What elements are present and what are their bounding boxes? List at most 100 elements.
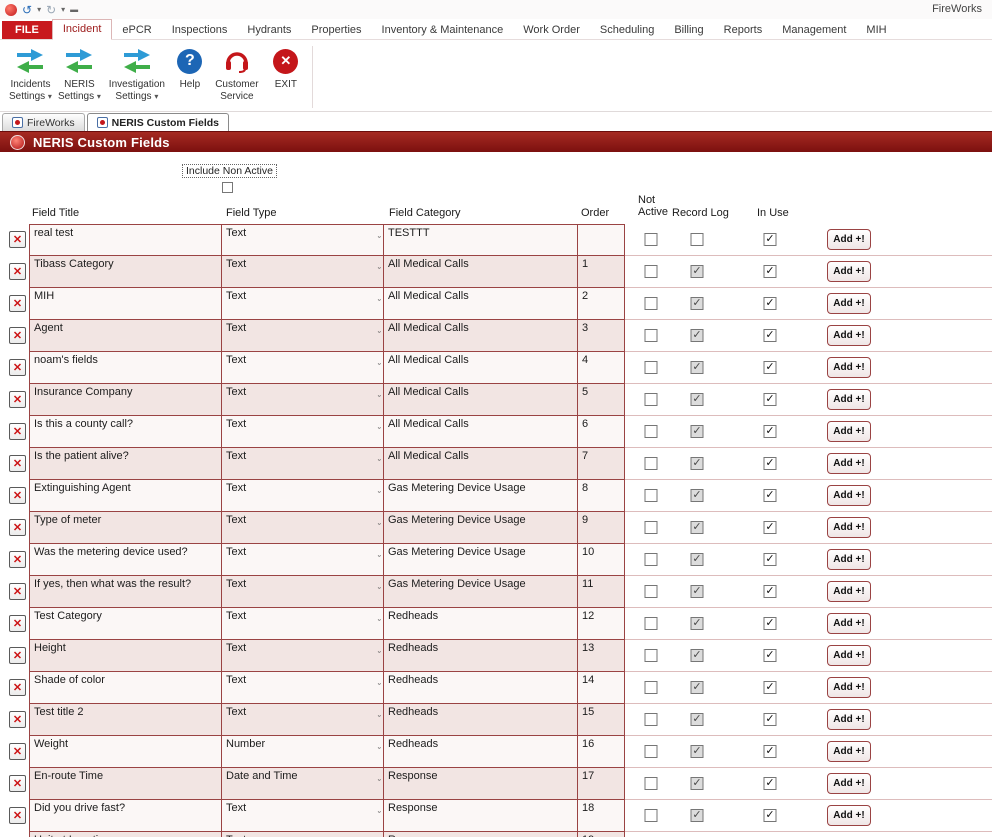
field-category-cell[interactable]: All Medical Calls [384, 352, 578, 384]
not-active-checkbox[interactable] [645, 425, 658, 438]
record-log-checkbox[interactable] [691, 713, 704, 726]
in-use-checkbox[interactable] [764, 489, 777, 502]
add-button[interactable]: Add +! [827, 261, 871, 282]
not-active-checkbox[interactable] [645, 329, 658, 342]
order-cell[interactable] [578, 224, 625, 256]
doc-tab-fireworks[interactable]: FireWorks [2, 113, 85, 131]
in-use-checkbox[interactable] [764, 361, 777, 374]
order-cell[interactable]: 12 [578, 608, 625, 640]
field-title-cell[interactable]: If yes, then what was the result? [29, 576, 222, 608]
not-active-checkbox[interactable] [645, 713, 658, 726]
field-type-select[interactable]: Text ˘ [222, 384, 384, 416]
in-use-checkbox[interactable] [764, 617, 777, 630]
delete-row-button[interactable]: ✕ [9, 615, 26, 632]
record-log-checkbox[interactable] [691, 297, 704, 310]
field-category-cell[interactable]: Gas Metering Device Usage [384, 576, 578, 608]
add-button[interactable]: Add +! [827, 741, 871, 762]
field-type-select[interactable]: Text ˘ [222, 256, 384, 288]
field-category-cell[interactable]: All Medical Calls [384, 384, 578, 416]
order-cell[interactable]: 1 [578, 256, 625, 288]
record-log-checkbox[interactable] [691, 809, 704, 822]
in-use-checkbox[interactable] [764, 713, 777, 726]
record-log-checkbox[interactable] [691, 233, 704, 246]
in-use-checkbox[interactable] [764, 233, 777, 246]
add-button[interactable]: Add +! [827, 773, 871, 794]
order-cell[interactable]: 15 [578, 704, 625, 736]
field-category-cell[interactable]: Response [384, 768, 578, 800]
chevron-down-icon[interactable]: ˘ [378, 779, 381, 788]
delete-row-button[interactable]: ✕ [9, 647, 26, 664]
field-category-cell[interactable]: Response [384, 800, 578, 832]
chevron-down-icon[interactable]: ˘ [378, 491, 381, 500]
order-cell[interactable]: 19 [578, 832, 625, 837]
incidents-settings-button[interactable]: Incidents Settings ▾ [6, 44, 55, 103]
not-active-checkbox[interactable] [645, 361, 658, 374]
record-log-checkbox[interactable] [691, 617, 704, 630]
field-title-cell[interactable]: En-route Time [29, 768, 222, 800]
field-category-cell[interactable]: All Medical Calls [384, 320, 578, 352]
field-type-select[interactable]: Text ˘ [222, 416, 384, 448]
record-log-checkbox[interactable] [691, 361, 704, 374]
field-title-cell[interactable]: Extinguishing Agent [29, 480, 222, 512]
add-button[interactable]: Add +! [827, 357, 871, 378]
exit-button[interactable]: ✕ EXIT [264, 44, 308, 91]
in-use-checkbox[interactable] [764, 553, 777, 566]
field-title-cell[interactable]: Is the patient alive? [29, 448, 222, 480]
delete-row-button[interactable]: ✕ [9, 519, 26, 536]
field-title-cell[interactable]: Was the metering device used? [29, 544, 222, 576]
field-category-cell[interactable]: All Medical Calls [384, 288, 578, 320]
field-category-cell[interactable]: TESTTT [384, 224, 578, 256]
in-use-checkbox[interactable] [764, 425, 777, 438]
order-cell[interactable]: 4 [578, 352, 625, 384]
delete-row-button[interactable]: ✕ [9, 551, 26, 568]
ribbon-tab-inspections[interactable]: Inspections [162, 21, 238, 39]
in-use-checkbox[interactable] [764, 297, 777, 310]
field-title-cell[interactable]: real test [29, 224, 222, 256]
not-active-checkbox[interactable] [645, 809, 658, 822]
doc-tab-neris-custom-fields[interactable]: NERIS Custom Fields [87, 113, 229, 131]
field-category-cell[interactable]: Redheads [384, 640, 578, 672]
field-title-cell[interactable]: Test title 2 [29, 704, 222, 736]
field-type-select[interactable]: Text ˘ [222, 704, 384, 736]
ribbon-tab-properties[interactable]: Properties [301, 21, 371, 39]
chevron-down-icon[interactable]: ˘ [378, 299, 381, 308]
order-cell[interactable]: 7 [578, 448, 625, 480]
record-log-checkbox[interactable] [691, 521, 704, 534]
add-button[interactable]: Add +! [827, 549, 871, 570]
record-log-checkbox[interactable] [691, 489, 704, 502]
order-cell[interactable]: 14 [578, 672, 625, 704]
not-active-checkbox[interactable] [645, 457, 658, 470]
field-title-cell[interactable]: Weight [29, 736, 222, 768]
chevron-down-icon[interactable]: ˘ [378, 587, 381, 596]
not-active-checkbox[interactable] [645, 745, 658, 758]
ribbon-tab-hydrants[interactable]: Hydrants [237, 21, 301, 39]
delete-row-button[interactable]: ✕ [9, 231, 26, 248]
help-button[interactable]: ? Help [170, 44, 210, 91]
field-type-select[interactable]: Text ˘ [222, 224, 384, 256]
add-button[interactable]: Add +! [827, 325, 871, 346]
field-type-select[interactable]: Text ˘ [222, 352, 384, 384]
record-log-checkbox[interactable] [691, 329, 704, 342]
delete-row-button[interactable]: ✕ [9, 711, 26, 728]
field-title-cell[interactable]: Height [29, 640, 222, 672]
in-use-checkbox[interactable] [764, 681, 777, 694]
neris-settings-button[interactable]: NERIS Settings ▾ [55, 44, 104, 103]
delete-row-button[interactable]: ✕ [9, 391, 26, 408]
delete-row-button[interactable]: ✕ [9, 679, 26, 696]
field-type-select[interactable]: Text ˘ [222, 288, 384, 320]
not-active-checkbox[interactable] [645, 521, 658, 534]
record-log-checkbox[interactable] [691, 649, 704, 662]
field-title-cell[interactable]: Tibass Category [29, 256, 222, 288]
field-title-cell[interactable]: Did you drive fast? [29, 800, 222, 832]
add-button[interactable]: Add +! [827, 677, 871, 698]
add-button[interactable]: Add +! [827, 805, 871, 826]
field-category-cell[interactable]: All Medical Calls [384, 256, 578, 288]
add-button[interactable]: Add +! [827, 517, 871, 538]
field-type-select[interactable]: Text ˘ [222, 544, 384, 576]
field-title-cell[interactable]: Test Category [29, 608, 222, 640]
field-category-cell[interactable]: Redheads [384, 736, 578, 768]
delete-row-button[interactable]: ✕ [9, 743, 26, 760]
ribbon-tab-inventory-maintenance[interactable]: Inventory & Maintenance [372, 21, 514, 39]
chevron-down-icon[interactable]: ˘ [378, 811, 381, 820]
order-cell[interactable]: 9 [578, 512, 625, 544]
